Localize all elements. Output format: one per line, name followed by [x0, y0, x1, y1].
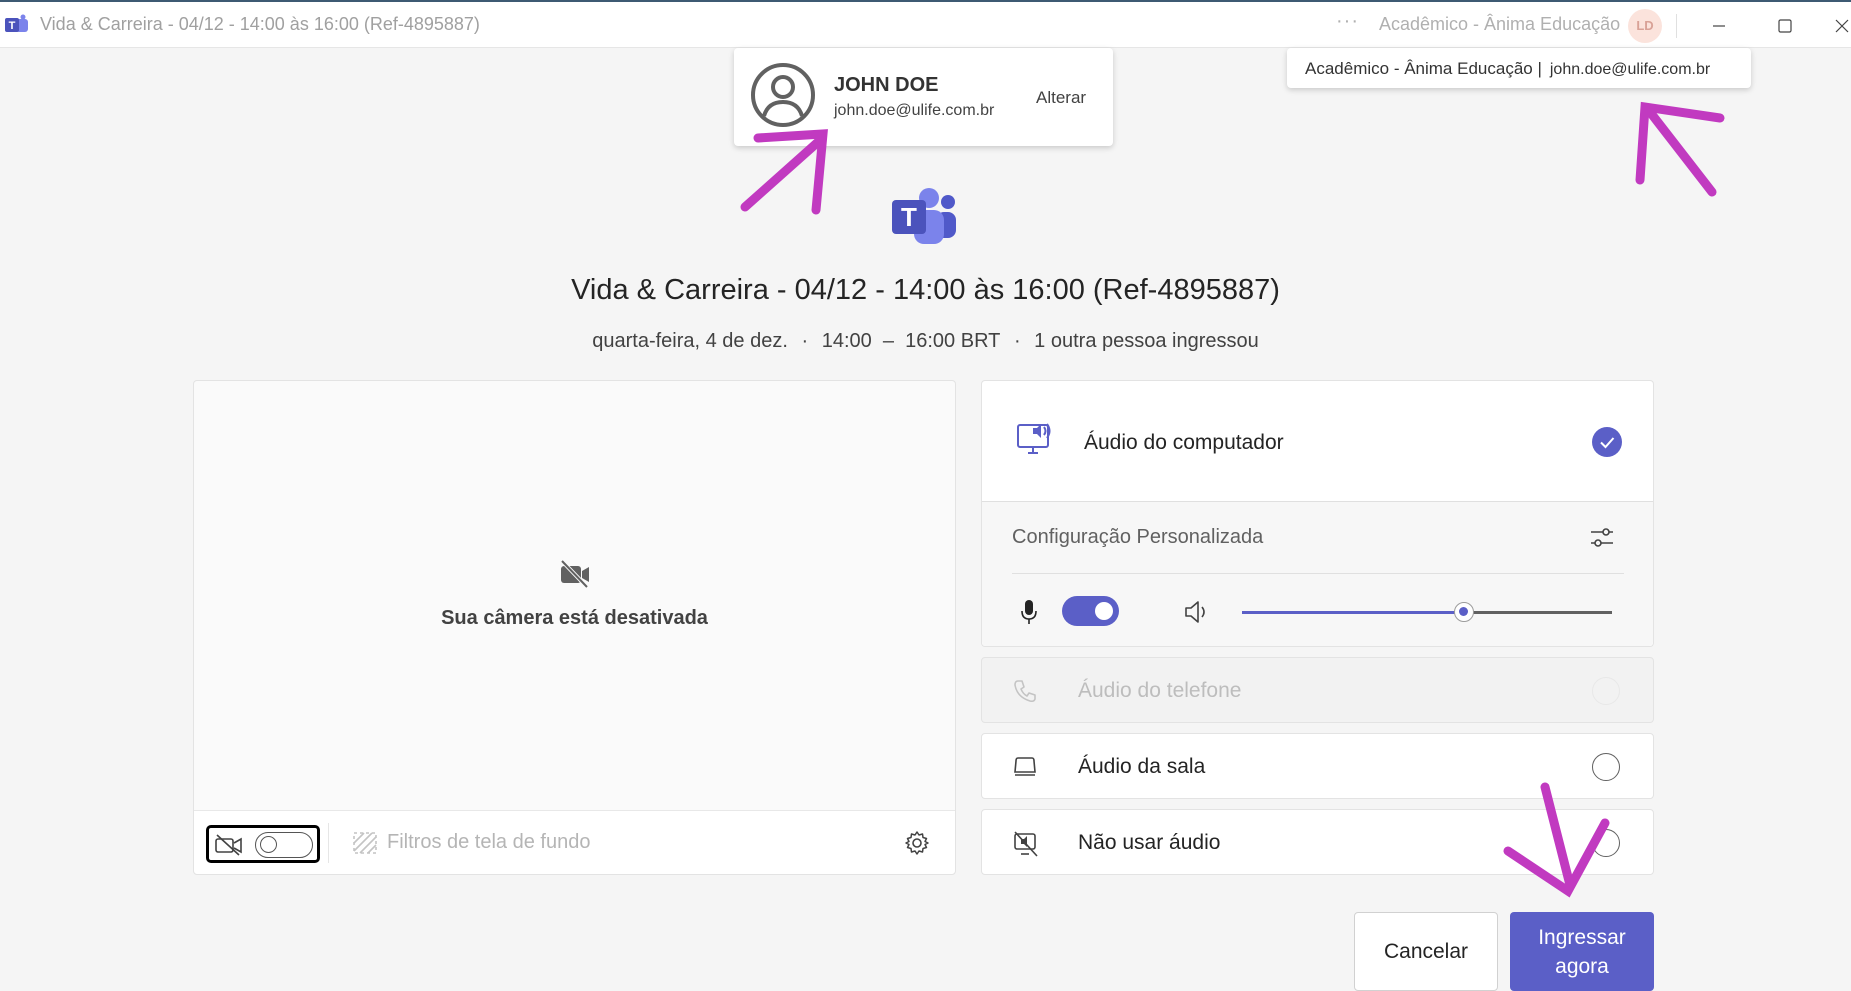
computer-audio-label: Áudio do computador	[1084, 431, 1284, 454]
checkmark-icon	[1600, 437, 1615, 449]
account-email: john.doe@ulife.com.br	[834, 102, 995, 119]
switch-knob	[260, 836, 277, 853]
minimize-button[interactable]	[1699, 10, 1739, 42]
microphone-icon	[1021, 600, 1037, 624]
video-preview: Sua câmera está desativada Filtros de te…	[193, 380, 956, 875]
separator-dot: ·	[801, 330, 809, 352]
camera-off-icon	[215, 834, 242, 856]
minimize-icon	[1713, 25, 1725, 27]
more-options-button[interactable]: ···	[1336, 10, 1359, 33]
meeting-details: quarta-feira, 4 de dez. · 14:00 – 16:00 …	[0, 330, 1851, 353]
camera-off-message: Sua câmera está desativada	[441, 607, 708, 629]
background-effects-icon	[353, 832, 377, 854]
phone-audio-option[interactable]: Áudio do telefone	[981, 657, 1654, 723]
toolbar-divider	[328, 823, 329, 863]
camera-off-icon	[560, 559, 589, 589]
maximize-button[interactable]	[1765, 10, 1805, 42]
tooltip-org: Acadêmico - Ânima Educação |	[1305, 59, 1542, 78]
no-audio-radio[interactable]	[1592, 829, 1620, 857]
divider	[1012, 573, 1624, 574]
user-avatar-icon	[751, 63, 815, 127]
maximize-icon	[1778, 19, 1792, 33]
audio-settings: Configuração Personalizada	[982, 502, 1653, 646]
title-bar: T Vida & Carreira - 04/12 - 14:00 às 16:…	[0, 0, 1851, 48]
arrow-annotation	[1635, 101, 1725, 197]
close-button[interactable]	[1826, 10, 1851, 42]
meeting-date: quarta-feira, 4 de dez.	[592, 330, 788, 352]
camera-switch[interactable]	[255, 832, 313, 858]
svg-text:T: T	[901, 202, 917, 232]
phone-icon	[1014, 680, 1036, 703]
no-audio-option[interactable]: Não usar áudio	[981, 809, 1654, 875]
separator-dot: ·	[1013, 330, 1021, 352]
custom-config-label: Configuração Personalizada	[1012, 526, 1264, 548]
avatar[interactable]: LD	[1628, 9, 1662, 43]
computer-audio-option[interactable]: Áudio do computador	[982, 381, 1653, 502]
volume-slider[interactable]	[1242, 602, 1612, 622]
phone-audio-radio[interactable]	[1592, 677, 1620, 705]
participants-status: 1 outra pessoa ingressou	[1034, 330, 1259, 352]
settings-sliders-icon[interactable]	[1588, 524, 1616, 552]
room-audio-option[interactable]: Áudio da sala	[981, 733, 1654, 799]
microphone-toggle[interactable]	[1062, 596, 1119, 626]
svg-text:T: T	[9, 20, 16, 32]
room-device-icon	[1014, 757, 1036, 776]
tooltip-email: john.doe@ulife.com.br	[1549, 61, 1711, 78]
join-now-button[interactable]: Ingressar agora	[1510, 912, 1654, 991]
gear-icon[interactable]	[904, 830, 930, 856]
organization-name[interactable]: Acadêmico - Ânima Educação	[1379, 14, 1620, 35]
meeting-time: 14:00 – 16:00 BRT	[821, 330, 1001, 352]
account-tooltip: Acadêmico - Ânima Educação | john.doe@uli…	[1287, 48, 1751, 88]
room-audio-label: Áudio da sala	[1078, 755, 1206, 778]
no-audio-label: Não usar áudio	[1078, 831, 1221, 854]
camera-toggle[interactable]	[206, 825, 320, 863]
computer-audio-panel: Áudio do computador Configuração Persona…	[981, 380, 1654, 647]
room-audio-radio[interactable]	[1592, 753, 1620, 781]
phone-audio-label: Áudio do telefone	[1078, 679, 1242, 702]
teams-app-icon: T	[5, 14, 28, 32]
volume-thumb[interactable]	[1454, 602, 1474, 622]
speaker-icon	[1185, 601, 1205, 623]
switch-knob	[1095, 602, 1113, 620]
computer-audio-icon	[1017, 423, 1051, 454]
teams-logo-icon: T	[892, 188, 956, 244]
window-title: Vida & Carreira - 04/12 - 14:00 às 16:00…	[40, 14, 480, 34]
title-bar-divider	[1676, 14, 1677, 38]
background-filters-button[interactable]: Filtros de tela de fundo	[387, 831, 590, 854]
meeting-title: Vida & Carreira - 04/12 - 14:00 às 16:00…	[571, 274, 1280, 306]
selected-check[interactable]	[1592, 427, 1622, 457]
account-name: JOHN DOE	[834, 74, 939, 96]
close-icon	[1835, 19, 1849, 33]
volume-fill	[1242, 611, 1464, 614]
account-card: JOHN DOE john.doe@ulife.com.br Alterar	[734, 48, 1113, 146]
cancel-button[interactable]: Cancelar	[1354, 912, 1498, 991]
video-toolbar: Filtros de tela de fundo	[194, 810, 955, 874]
change-account-link[interactable]: Alterar	[1036, 88, 1086, 108]
no-audio-icon	[1014, 831, 1038, 857]
